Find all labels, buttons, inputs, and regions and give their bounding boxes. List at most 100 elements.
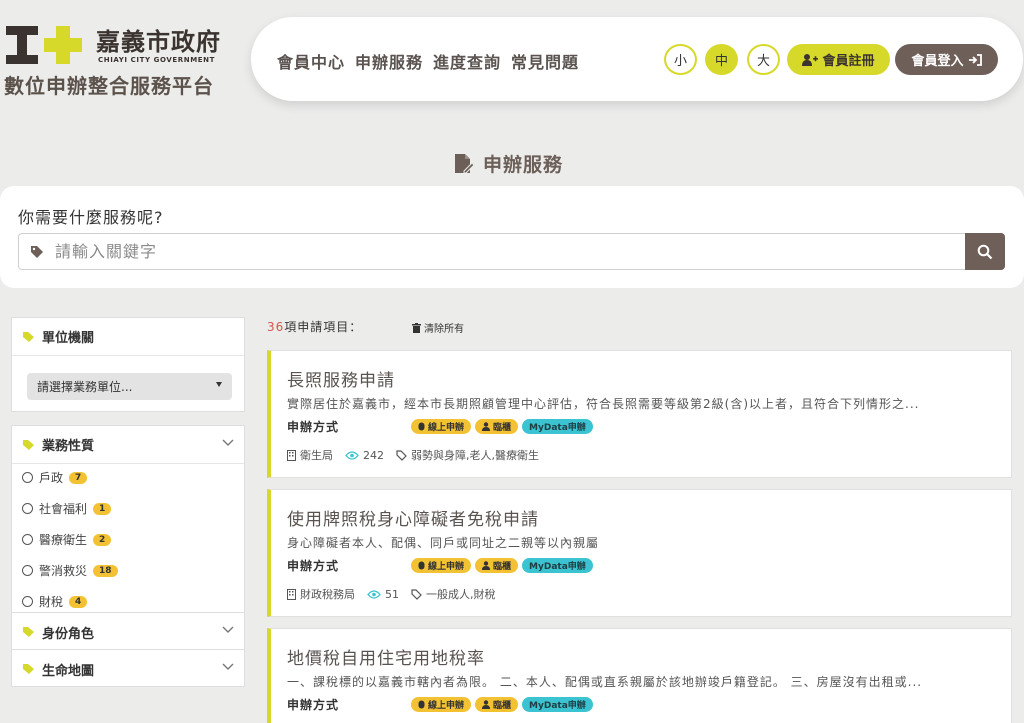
tag-icon (396, 449, 407, 461)
life-map-filter[interactable]: 生命地圖 (11, 649, 245, 687)
radio-circle (22, 503, 33, 514)
life-map-filter-title: 生命地圖 (42, 663, 95, 679)
tag-icon (411, 588, 422, 600)
mouse-icon (418, 561, 425, 570)
card-tags: 一般成人,財稅 (411, 586, 496, 602)
sign-in-icon (968, 53, 982, 66)
tag-mydata: MyData申辦 (522, 697, 593, 712)
card-agency-label: 衛生局 (300, 449, 333, 462)
card-title[interactable]: 地價稅自用住宅用地稅率 (287, 644, 485, 669)
search-icon (977, 244, 993, 259)
identity-filter-title: 身份角色 (42, 626, 95, 642)
business-radio-list: 戶政 7 社會福利 1 醫療衛生 2 警消救災 18 財稅 4 (12, 462, 244, 617)
card-method: 申辦方式 線上申辦 臨櫃 MyData申辦 (287, 696, 593, 713)
count-badge: 2 (93, 533, 112, 546)
card-method: 申辦方式 線上申辦 臨櫃 MyData申辦 (287, 418, 593, 435)
unit-select[interactable]: 請選擇業務單位... (27, 373, 232, 400)
eye-icon (345, 450, 359, 460)
service-card[interactable]: 地價稅自用住宅用地稅率 一、課稅標的以嘉義市轄內者為限。 二、本人、配偶或直系親… (267, 628, 1012, 723)
nav-member-center[interactable]: 會員中心 (277, 49, 345, 73)
radio-fire-rescue[interactable]: 警消救災 18 (12, 555, 244, 586)
card-views-count: 51 (385, 587, 399, 601)
identity-filter[interactable]: 身份角色 (11, 612, 245, 650)
method-label: 申辦方式 (287, 420, 340, 434)
city-logo-icon (6, 26, 82, 64)
nav-progress[interactable]: 進度查詢 (433, 49, 501, 73)
caret-down-icon (216, 382, 222, 387)
user-icon (482, 700, 491, 709)
tags-icon (23, 664, 34, 674)
font-size-medium-button[interactable]: 中 (705, 44, 738, 75)
radio-label: 警消救災 (39, 564, 88, 578)
tag-online-label: 線上申辦 (428, 423, 465, 433)
result-count-suffix: 項申請項目： (284, 320, 363, 334)
radio-label: 戶政 (39, 471, 64, 485)
user-icon (482, 422, 491, 431)
tag-icon (19, 234, 55, 269)
unit-filter-title: 單位機關 (42, 331, 95, 346)
radio-label: 醫療衛生 (39, 533, 88, 547)
count-badge: 1 (93, 502, 112, 515)
search-panel: 你需要什麼服務呢? (0, 186, 1024, 288)
font-size-small-button[interactable]: 小 (664, 44, 697, 75)
search-button[interactable] (965, 233, 1005, 270)
method-label: 申辦方式 (287, 559, 340, 573)
clear-all-button[interactable]: 清除所有 (412, 320, 464, 335)
section-title: 申辦服務 (453, 150, 563, 177)
radio-label: 社會福利 (39, 502, 88, 516)
chevron-down-icon (222, 626, 234, 633)
chevron-down-icon (222, 439, 234, 446)
service-card[interactable]: 使用牌照稅身心障礙者免稅申請 身心障礙者本人、配偶、同戶或同址之二親等以內親屬 … (267, 489, 1012, 617)
tag-online: 線上申辦 (411, 697, 472, 712)
login-label: 會員登入 (911, 54, 964, 69)
tags-icon (23, 331, 34, 342)
service-card[interactable]: 長照服務申請 實際居住於嘉義市，經本市長期照顧管理中心評估，符合長照需要等級第2… (267, 350, 1012, 478)
card-meta: 財政稅務局 51 一般成人,財稅 (287, 586, 496, 602)
tag-counter-label: 臨櫃 (493, 423, 512, 433)
life-map-filter-header: 生命地圖 (12, 650, 244, 688)
card-agency: 財政稅務局 (287, 586, 355, 602)
business-filter-header[interactable]: 業務性質 (12, 426, 244, 464)
result-count: 36項申請項目： (267, 318, 362, 335)
register-button[interactable]: 會員註冊 (787, 44, 890, 75)
business-filter-title: 業務性質 (42, 439, 95, 454)
platform-name: 數位申辦整合服務平台 (4, 74, 214, 98)
tag-mydata: MyData申辦 (522, 419, 593, 434)
radio-medical[interactable]: 醫療衛生 2 (12, 524, 244, 555)
nav-links: 會員中心 申辦服務 進度查詢 常見問題 (277, 49, 579, 73)
tags-icon (23, 439, 34, 450)
tag-online: 線上申辦 (411, 419, 472, 434)
card-method: 申辦方式 線上申辦 臨櫃 MyData申辦 (287, 557, 593, 574)
business-filter: 業務性質 戶政 7 社會福利 1 醫療衛生 2 警消救災 18 財稅 4 (11, 425, 245, 613)
tag-counter: 臨櫃 (475, 697, 519, 712)
tag-mydata: MyData申辦 (522, 558, 593, 573)
result-count-number: 36 (267, 320, 285, 334)
nav-faq[interactable]: 常見問題 (511, 49, 579, 73)
radio-circle (22, 534, 33, 545)
card-title[interactable]: 長照服務申請 (287, 366, 395, 391)
trash-icon (412, 322, 421, 333)
user-icon (482, 561, 491, 570)
search-input[interactable] (55, 242, 965, 261)
building-icon (287, 588, 296, 600)
tag-counter-label: 臨櫃 (493, 562, 512, 572)
login-button[interactable]: 會員登入 (895, 44, 998, 75)
city-name-en: CHIAYI CITY GOVERNMENT (98, 56, 216, 64)
file-edit-icon (455, 153, 475, 173)
radio-household[interactable]: 戶政 7 (12, 462, 244, 493)
radio-label: 財稅 (39, 595, 64, 609)
card-title[interactable]: 使用牌照稅身心障礙者免稅申請 (287, 505, 539, 530)
register-label: 會員註冊 (822, 54, 875, 69)
unit-filter-header: 單位機關 (12, 318, 244, 356)
card-description: 實際居住於嘉義市，經本市長期照顧管理中心評估，符合長照需要等級第2級(含)以上者… (287, 397, 920, 411)
font-size-large-button[interactable]: 大 (747, 44, 780, 75)
unit-filter: 單位機關 請選擇業務單位... (11, 317, 245, 412)
tag-online-label: 線上申辦 (428, 701, 465, 711)
tags-icon (23, 627, 34, 637)
nav-services[interactable]: 申辦服務 (355, 49, 423, 73)
card-views-count: 242 (363, 448, 384, 462)
site-logo[interactable]: 嘉義市政府 CHIAYI CITY GOVERNMENT 數位申辦整合服務平台 (4, 20, 234, 100)
card-views: 51 (367, 588, 399, 601)
radio-social-welfare[interactable]: 社會福利 1 (12, 493, 244, 524)
count-badge: 4 (69, 595, 88, 608)
